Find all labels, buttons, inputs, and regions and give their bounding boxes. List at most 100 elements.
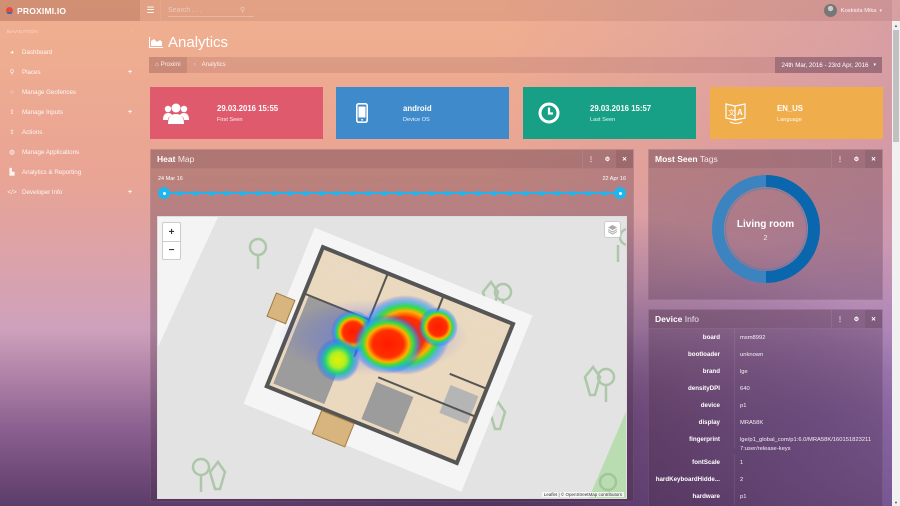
scroll-down-arrow-icon[interactable]: ▼ (892, 498, 900, 506)
zoom-in-button[interactable]: + (163, 223, 180, 241)
page-title: Analytics (149, 34, 228, 51)
date-range-picker[interactable]: 24th Mar, 2016 - 23rd Apr, 2016 ▾ (775, 57, 882, 73)
user-name: Koskiola Mika (840, 7, 877, 14)
code-icon: </> (7, 188, 17, 196)
close-button[interactable]: ✕ (616, 150, 633, 168)
slider-step-dot[interactable] (554, 190, 560, 196)
clock-icon (523, 102, 575, 124)
panel-title-rest: Map (177, 154, 195, 164)
slider-step-dot[interactable] (381, 190, 387, 196)
svg-text:文: 文 (728, 108, 735, 117)
expand-icon[interactable]: + (128, 69, 132, 76)
user-menu[interactable]: Koskiola Mika ▾ (823, 3, 882, 18)
slider-step-dot[interactable] (444, 190, 450, 196)
device-info-table: board msm8992 bootloader unknown brand lge den… (649, 329, 882, 505)
search-input[interactable] (168, 6, 240, 14)
device-info-key: device (649, 397, 735, 414)
device-info-value: p1 (740, 403, 747, 409)
map-attribution[interactable]: Leaflet | © OpenStreetMap contributors (541, 492, 624, 497)
slider-step-dot[interactable] (208, 190, 214, 196)
home-icon: ⌂ (155, 62, 159, 68)
slider-step-dot[interactable] (475, 190, 481, 196)
layers-icon (607, 225, 618, 235)
sidebar-item-dashboard[interactable]: ◕ Dashboard (0, 42, 140, 62)
heatmap-map[interactable]: + − Leaflet | © OpenStreetMap contributo… (157, 216, 627, 499)
slider-track[interactable] (164, 192, 620, 194)
device-info-row: densityDPI 640 (649, 380, 882, 397)
slider-step-dot[interactable] (397, 190, 403, 196)
search-icon[interactable]: ⚲ (240, 6, 245, 14)
slider-end-handle[interactable] (614, 187, 626, 199)
expand-icon[interactable]: + (128, 109, 132, 116)
sidebar-item-analytics-reporting[interactable]: ▙ Analytics & Reporting (0, 162, 140, 182)
device-info-row: display MRA58K (649, 414, 882, 431)
slider-step-dot[interactable] (224, 190, 230, 196)
device-info-value: MRA58K (740, 420, 764, 426)
scroll-up-arrow-icon[interactable]: ▲ (892, 21, 900, 29)
panel-title-rest: Info (684, 314, 699, 324)
collapse-icon[interactable]: − (131, 28, 134, 34)
slider-step-dot[interactable] (601, 190, 607, 196)
panel-header: Heat Map ⋮ ⚙ ✕ (151, 150, 633, 169)
page-scrollbar[interactable]: ▲ ▼ (892, 21, 900, 506)
sidebar-item-places[interactable]: ⚲ Places + (0, 62, 140, 82)
slider-step-dot[interactable] (192, 190, 198, 196)
slider-step-dot[interactable] (538, 190, 544, 196)
zoom-out-button[interactable]: − (163, 241, 180, 259)
brand-logo[interactable]: PROXIMI.IO (0, 0, 140, 21)
slider-start-handle[interactable] (158, 187, 170, 199)
mobile-icon (336, 103, 388, 123)
slider-step-dot[interactable] (491, 190, 497, 196)
more-options-button[interactable]: ⋮ (831, 310, 848, 328)
slider-step-dot[interactable] (177, 190, 183, 196)
scrollbar-thumb[interactable] (893, 30, 899, 142)
sidebar-item-manage-applications[interactable]: ◍ Manage Applications (0, 142, 140, 162)
slider-step-dot[interactable] (523, 190, 529, 196)
date-range-slider[interactable]: 24 Mar 16 22 Apr 16 (156, 176, 628, 200)
settings-button[interactable]: ⚙ (848, 310, 865, 328)
slider-step-dot[interactable] (460, 190, 466, 196)
settings-button[interactable]: ⚙ (848, 150, 865, 168)
close-button[interactable]: ✕ (865, 150, 882, 168)
sidebar-item-developer-info[interactable]: </> Developer Info + (0, 182, 140, 202)
slider-step-dot[interactable] (428, 190, 434, 196)
slider-step-dot[interactable] (240, 190, 246, 196)
slider-step-dot[interactable] (586, 190, 592, 196)
slider-step-dot[interactable] (350, 190, 356, 196)
slider-step-dot[interactable] (255, 190, 261, 196)
slider-step-dot[interactable] (365, 190, 371, 196)
sidebar-item-actions[interactable]: ⇪ Actions (0, 122, 140, 142)
sidebar-item-manage-geofences[interactable]: ○ Manage Geofences (0, 82, 140, 102)
panel-title-rest: Tags (699, 154, 718, 164)
breadcrumb-current: Analytics (201, 62, 226, 68)
chevron-right-icon: › (193, 62, 196, 68)
settings-button[interactable]: ⚙ (599, 150, 616, 168)
slider-step-dot[interactable] (318, 190, 324, 196)
device-info-key: bootloader (649, 346, 735, 363)
slider-step-dot[interactable] (413, 190, 419, 196)
device-info-row: bootloader unknown (649, 346, 882, 363)
map-marker-icon: ⚲ (9, 69, 15, 76)
logo-icon (6, 7, 13, 14)
slider-step-dot[interactable] (303, 190, 309, 196)
stat-card-device-os: android Device OS (336, 87, 509, 139)
slider-step-dot[interactable] (570, 190, 576, 196)
sidebar-item-manage-inputs[interactable]: ⇪ Manage Inputs + (0, 102, 140, 122)
list-icon: ☰ (146, 5, 155, 15)
stat-label: Language (777, 116, 802, 123)
slider-step-dot[interactable] (287, 190, 293, 196)
donut-chart: Living room 2 (649, 169, 882, 299)
slider-step-dot[interactable] (271, 190, 277, 196)
upload-icon: ⇪ (9, 109, 15, 116)
stat-label: Last Seen (590, 116, 616, 123)
more-options-button[interactable]: ⋮ (831, 150, 848, 168)
layers-button[interactable] (604, 221, 621, 238)
menu-toggle-button[interactable]: ☰ (141, 0, 161, 21)
device-info-value: p1 (740, 493, 747, 500)
more-options-button[interactable]: ⋮ (582, 150, 599, 168)
svg-text:A: A (737, 108, 743, 117)
expand-icon[interactable]: + (128, 189, 132, 196)
close-button[interactable]: ✕ (865, 310, 882, 328)
device-info-row: board msm8992 (649, 329, 882, 346)
breadcrumb-home[interactable]: ⌂ Proximi (149, 57, 187, 73)
